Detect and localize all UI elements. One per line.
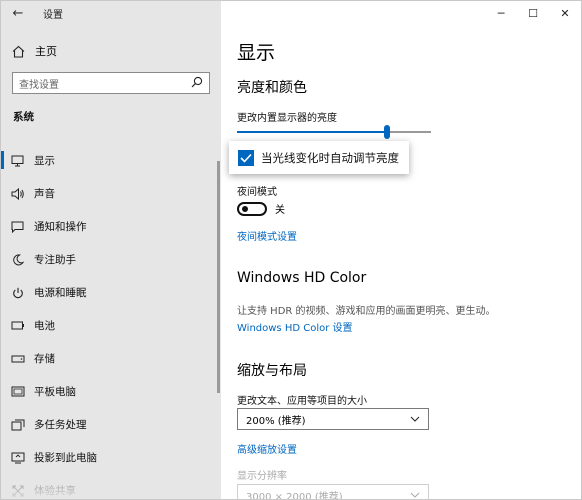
share-icon [1, 485, 34, 497]
section-label: 系统 [13, 111, 34, 123]
sidebar-item-label: 显示 [34, 155, 55, 167]
home-label: 主页 [35, 45, 57, 58]
back-arrow-icon: ← [12, 5, 24, 21]
speaker-icon [1, 187, 34, 200]
sidebar-item-label: 电池 [34, 320, 55, 332]
search-placeholder: 查找设置 [19, 79, 59, 91]
sidebar-item-power[interactable]: 电源和睡眠 [1, 276, 221, 309]
brightness-heading: 亮度和颜色 [237, 80, 307, 96]
settings-window: ← 设置 主页 查找设置 系统 显示 声音 通知和操作 专注助手 电源和睡眠 电… [0, 0, 582, 500]
night-mode-toggle[interactable] [237, 201, 267, 216]
sidebar-item-label: 平板电脑 [34, 386, 76, 398]
home-icon [1, 45, 35, 58]
resolution-label: 显示分辨率 [237, 471, 287, 482]
scale-label: 更改文本、应用等项目的大小 [237, 396, 367, 407]
home-nav-item[interactable]: 主页 [1, 39, 221, 63]
sidebar-item-label: 电源和睡眠 [34, 287, 87, 299]
sidebar-item-project[interactable]: 投影到此电脑 [1, 441, 221, 474]
notification-icon [1, 221, 34, 233]
auto-brightness-label: 当光线变化时自动调节亮度 [261, 150, 399, 165]
hdr-settings-link[interactable]: Windows HD Color 设置 [237, 319, 353, 334]
page-title: 显示 [237, 42, 276, 64]
storage-icon [1, 355, 34, 363]
auto-brightness-checkbox[interactable] [238, 149, 254, 166]
scale-value: 200% (推荐) [246, 415, 306, 427]
sidebar-item-focus-assist[interactable]: 专注助手 [1, 243, 221, 276]
scale-heading: 缩放与布局 [237, 363, 307, 379]
sidebar-item-notifications[interactable]: 通知和操作 [1, 210, 221, 243]
night-mode-settings-link[interactable]: 夜间模式设置 [237, 228, 297, 243]
battery-icon [1, 321, 34, 330]
sidebar-item-tablet[interactable]: 平板电脑 [1, 375, 221, 408]
resolution-dropdown[interactable]: 3000 × 2000 (推荐) [237, 484, 429, 500]
slider-thumb[interactable] [384, 125, 390, 139]
chevron-down-icon [410, 490, 420, 499]
checkmark-icon [240, 153, 252, 163]
resolution-value: 3000 × 2000 (推荐) [246, 491, 343, 500]
sidebar-item-label: 多任务处理 [34, 419, 87, 431]
auto-brightness-checkbox-row[interactable]: 当光线变化时自动调节亮度 [229, 141, 409, 174]
brightness-slider[interactable] [237, 125, 431, 139]
main-content: 显示 亮度和颜色 更改内置显示器的亮度 当光线变化时自动调节亮度 夜间模式 关 … [229, 1, 577, 500]
chevron-down-icon [410, 414, 420, 424]
scale-dropdown[interactable]: 200% (推荐) [237, 408, 429, 430]
sidebar-scrollbar[interactable] [217, 161, 220, 393]
sidebar: ← 设置 主页 查找设置 系统 显示 声音 通知和操作 专注助手 电源和睡眠 电… [1, 1, 221, 499]
brightness-slider-label: 更改内置显示器的亮度 [237, 113, 337, 124]
sidebar-item-shared-experiences[interactable]: 体验共享 [1, 474, 221, 499]
sidebar-item-sound[interactable]: 声音 [1, 177, 221, 210]
slider-track-empty [390, 131, 431, 133]
multitask-icon [1, 419, 34, 431]
night-mode-label: 夜间模式 [237, 187, 277, 198]
monitor-icon [1, 155, 34, 167]
title-bar: ← 设置 [1, 1, 221, 25]
sidebar-item-label: 体验共享 [34, 485, 76, 497]
advanced-scaling-link[interactable]: 高级缩放设置 [237, 441, 297, 456]
sidebar-item-label: 投影到此电脑 [34, 452, 97, 464]
search-icon [191, 76, 203, 91]
night-mode-toggle-row: 关 [237, 201, 285, 216]
sidebar-item-battery[interactable]: 电池 [1, 309, 221, 342]
sidebar-item-label: 存储 [34, 353, 55, 365]
sidebar-item-display[interactable]: 显示 [1, 144, 221, 177]
app-title: 设置 [43, 9, 63, 21]
slider-track-filled [237, 131, 384, 133]
moon-icon [1, 253, 34, 266]
hdr-heading: Windows HD Color [237, 270, 367, 286]
sidebar-item-label: 专注助手 [34, 254, 76, 266]
hdr-description: 让支持 HDR 的视频、游戏和应用的画面更明亮、更生动。 [237, 306, 496, 317]
sidebar-item-label: 通知和操作 [34, 221, 87, 233]
power-icon [1, 287, 34, 299]
toggle-knob [242, 205, 248, 212]
back-button[interactable]: ← [1, 1, 35, 25]
project-icon [1, 452, 34, 464]
tablet-icon [1, 386, 34, 397]
sidebar-item-storage[interactable]: 存储 [1, 342, 221, 375]
sidebar-item-label: 声音 [34, 188, 55, 200]
search-input[interactable]: 查找设置 [12, 72, 210, 94]
sidebar-item-multitasking[interactable]: 多任务处理 [1, 408, 221, 441]
night-mode-state: 关 [275, 205, 285, 216]
sidebar-nav: 显示 声音 通知和操作 专注助手 电源和睡眠 电池 存储 平板电脑 多任务处理 … [1, 144, 221, 499]
